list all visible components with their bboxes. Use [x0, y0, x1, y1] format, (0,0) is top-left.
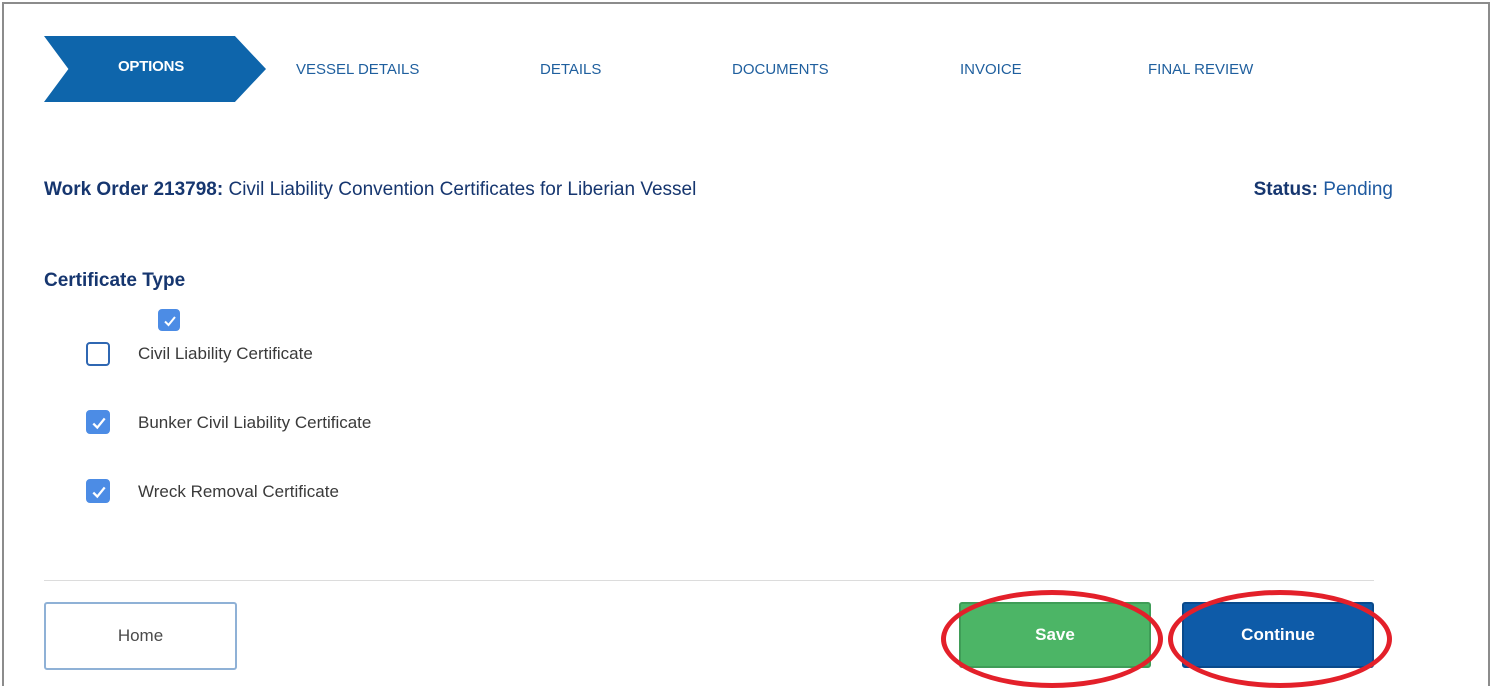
- work-order-number: Work Order 213798:: [44, 179, 224, 200]
- certificate-type-heading: Certificate Type: [44, 270, 186, 291]
- status-value: Pending: [1323, 179, 1393, 200]
- civil-liability-checkbox[interactable]: [86, 342, 110, 366]
- work-order-title: Work Order 213798: Civil Liability Conve…: [44, 179, 696, 201]
- continue-button[interactable]: Continue: [1182, 602, 1374, 668]
- page-frame: OPTIONS VESSEL DETAILS DETAILS DOCUMENTS…: [2, 2, 1490, 688]
- step-final-review[interactable]: FINAL REVIEW: [1148, 61, 1253, 78]
- step-details[interactable]: DETAILS: [540, 61, 601, 78]
- status-indicator: Status: Pending: [1254, 179, 1393, 201]
- step-invoice[interactable]: INVOICE: [960, 61, 1022, 78]
- save-button[interactable]: Save: [959, 602, 1151, 668]
- status-label: Status:: [1253, 179, 1318, 200]
- section-divider: [44, 580, 1374, 581]
- check-icon-overlay: [158, 309, 180, 331]
- wreck-removal-label[interactable]: Wreck Removal Certificate: [138, 482, 339, 502]
- bunker-civil-liability-checkbox[interactable]: [86, 410, 110, 434]
- wreck-removal-checkbox[interactable]: [86, 479, 110, 503]
- work-order-description: Civil Liability Convention Certificates …: [228, 179, 697, 200]
- step-documents[interactable]: DOCUMENTS: [732, 61, 829, 78]
- progress-stepper: OPTIONS VESSEL DETAILS DETAILS DOCUMENTS…: [44, 36, 1344, 102]
- step-options[interactable]: OPTIONS: [44, 36, 266, 102]
- step-vessel-details[interactable]: VESSEL DETAILS: [296, 61, 419, 78]
- step-options-label: OPTIONS: [117, 57, 185, 75]
- civil-liability-label[interactable]: Civil Liability Certificate: [138, 344, 313, 364]
- bunker-civil-liability-label[interactable]: Bunker Civil Liability Certificate: [138, 413, 371, 433]
- home-button[interactable]: Home: [44, 602, 237, 670]
